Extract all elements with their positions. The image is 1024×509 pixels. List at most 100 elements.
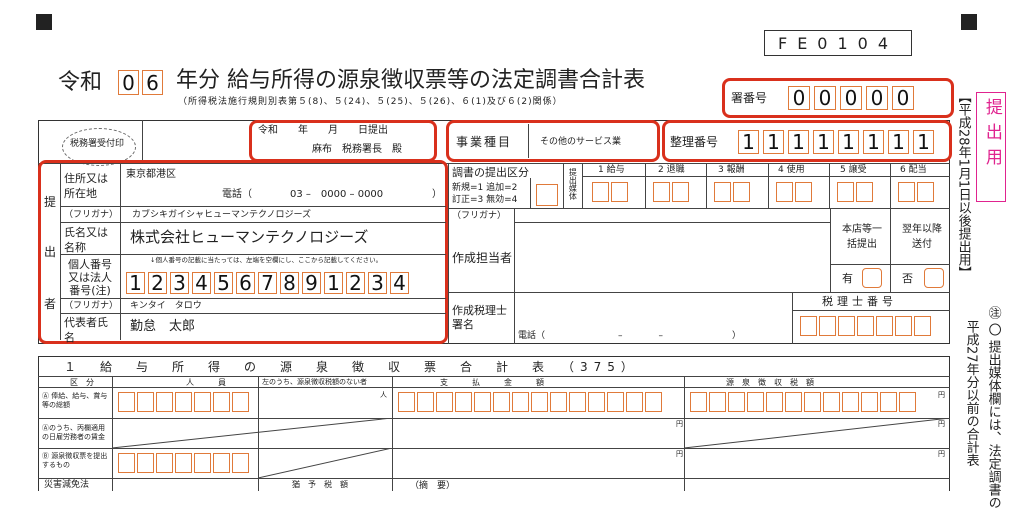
- people-cell[interactable]: [175, 392, 192, 412]
- submit-date: 令和 年 月 日提出: [258, 125, 388, 136]
- people-cell[interactable]: [118, 392, 135, 412]
- tax-cell[interactable]: [804, 392, 821, 412]
- sheet-digit[interactable]: 0: [866, 86, 888, 110]
- tax-cell[interactable]: [861, 392, 878, 412]
- media-cell[interactable]: [856, 182, 873, 202]
- sheet-digit[interactable]: 0: [840, 86, 862, 110]
- tax-cell[interactable]: [842, 392, 859, 412]
- people-cell[interactable]: [213, 392, 230, 412]
- media-cell[interactable]: [592, 182, 609, 202]
- zeirishi-cell[interactable]: [838, 316, 855, 336]
- paid-cell[interactable]: [569, 392, 586, 412]
- sheet-digit[interactable]: 0: [892, 86, 914, 110]
- media-cell[interactable]: [795, 182, 812, 202]
- tax-cell[interactable]: [709, 392, 726, 412]
- id-digit[interactable]: 2: [346, 271, 365, 295]
- rep-furigana-value[interactable]: キンタイ タロウ: [130, 302, 202, 311]
- col-shiyou: 4 使用: [778, 165, 805, 175]
- id-digit[interactable]: 5: [214, 271, 233, 295]
- tax-cell[interactable]: [823, 392, 840, 412]
- zeirishi-cell[interactable]: [895, 316, 912, 336]
- paid-cell[interactable]: [455, 392, 472, 412]
- people-cell[interactable]: [213, 453, 230, 473]
- ref-digit[interactable]: 1: [813, 130, 834, 154]
- business-value[interactable]: その他のサービス業: [540, 138, 621, 147]
- yokunen-circle[interactable]: [924, 268, 944, 288]
- sheet-digit[interactable]: 0: [814, 86, 836, 110]
- ref-digit[interactable]: 1: [838, 130, 859, 154]
- kubun-cell[interactable]: [536, 184, 558, 206]
- ref-digit[interactable]: 1: [888, 130, 909, 154]
- ref-digit[interactable]: 1: [763, 130, 784, 154]
- paid-cell[interactable]: [531, 392, 548, 412]
- id-digit[interactable]: 6: [236, 271, 255, 295]
- tax-cell[interactable]: [690, 392, 707, 412]
- tax-cell[interactable]: [880, 392, 897, 412]
- paid-cell[interactable]: [550, 392, 567, 412]
- company-name[interactable]: 株式会社ヒューマンテクノロジーズ: [130, 230, 368, 245]
- tax-cell[interactable]: [785, 392, 802, 412]
- col-yuyo: 猶 予 税 額: [292, 480, 348, 489]
- id-digit[interactable]: 4: [390, 271, 409, 295]
- media-cell[interactable]: [653, 182, 670, 202]
- year-digit[interactable]: 6: [142, 70, 163, 95]
- media-cell[interactable]: [776, 182, 793, 202]
- paid-cell[interactable]: [512, 392, 529, 412]
- ref-digit[interactable]: 1: [863, 130, 884, 154]
- ref-digit[interactable]: 1: [913, 130, 934, 154]
- people-cell[interactable]: [156, 392, 173, 412]
- year-digit[interactable]: 0: [118, 70, 139, 95]
- id-digit[interactable]: 1: [324, 271, 343, 295]
- ref-digit[interactable]: 1: [788, 130, 809, 154]
- people-cell[interactable]: [232, 392, 249, 412]
- media-cell[interactable]: [837, 182, 854, 202]
- paid-cell[interactable]: [607, 392, 624, 412]
- paid-cell[interactable]: [436, 392, 453, 412]
- honten-circle[interactable]: [862, 268, 882, 288]
- tax-cell[interactable]: [728, 392, 745, 412]
- furigana-value[interactable]: カブシキガイシャヒューマンテクノロジーズ: [132, 211, 311, 220]
- id-digit[interactable]: 4: [192, 271, 211, 295]
- id-digit[interactable]: 3: [170, 271, 189, 295]
- id-digit[interactable]: 9: [302, 271, 321, 295]
- zeirishi-cell[interactable]: [800, 316, 817, 336]
- people-cell[interactable]: [232, 453, 249, 473]
- people-cell[interactable]: [137, 392, 154, 412]
- sheet-digit[interactable]: 0: [788, 86, 810, 110]
- media-cell[interactable]: [917, 182, 934, 202]
- paid-cell[interactable]: [493, 392, 510, 412]
- id-digit[interactable]: 3: [368, 271, 387, 295]
- tax-cell[interactable]: [899, 392, 916, 412]
- people-cell[interactable]: [156, 453, 173, 473]
- people-cell[interactable]: [194, 392, 211, 412]
- people-cell[interactable]: [175, 453, 192, 473]
- tax-cell[interactable]: [766, 392, 783, 412]
- id-digit[interactable]: 1: [126, 271, 145, 295]
- media-cell[interactable]: [733, 182, 750, 202]
- paid-cell[interactable]: [474, 392, 491, 412]
- ref-digit[interactable]: 1: [738, 130, 759, 154]
- id-digit[interactable]: 2: [148, 271, 167, 295]
- zeirishi-cell[interactable]: [819, 316, 836, 336]
- people-cell[interactable]: [118, 453, 135, 473]
- zeirishi-cell[interactable]: [914, 316, 931, 336]
- media-cell[interactable]: [898, 182, 915, 202]
- id-digit[interactable]: 7: [258, 271, 277, 295]
- paid-cell[interactable]: [626, 392, 643, 412]
- address-value[interactable]: 東京都港区: [126, 170, 176, 180]
- zeirishi-cell[interactable]: [857, 316, 874, 336]
- people-cell[interactable]: [137, 453, 154, 473]
- paid-cell[interactable]: [588, 392, 605, 412]
- id-digit[interactable]: 8: [280, 271, 299, 295]
- representative-name[interactable]: 勤怠 太郎: [130, 320, 195, 333]
- media-cell[interactable]: [611, 182, 628, 202]
- paid-cell[interactable]: [398, 392, 415, 412]
- paid-cell[interactable]: [645, 392, 662, 412]
- tax-cell[interactable]: [747, 392, 764, 412]
- media-cell[interactable]: [714, 182, 731, 202]
- paid-cell[interactable]: [417, 392, 434, 412]
- media-cell[interactable]: [672, 182, 689, 202]
- zeirishi-cell[interactable]: [876, 316, 893, 336]
- phone-value[interactable]: 03 – 0000 – 0000: [290, 190, 383, 200]
- people-cell[interactable]: [194, 453, 211, 473]
